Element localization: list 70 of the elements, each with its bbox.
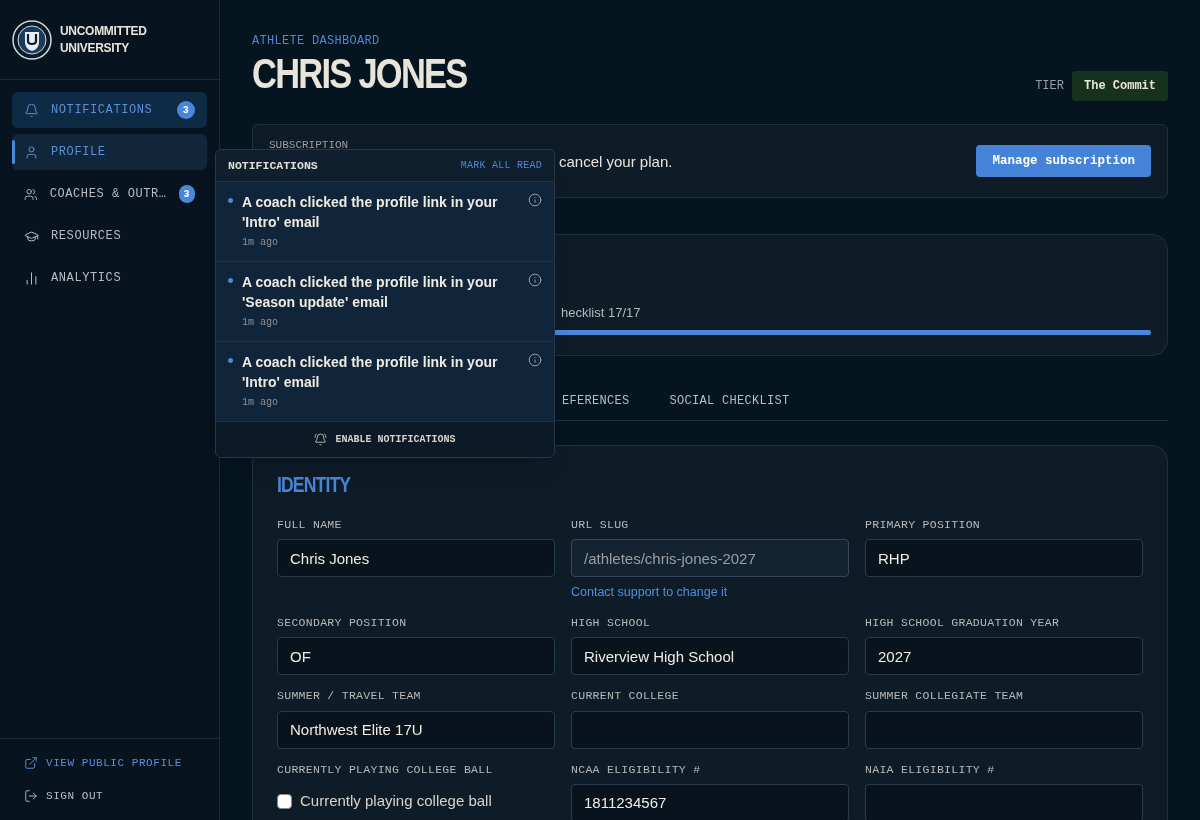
notification-text: A coach clicked the profile link in your 'Season update' email: [242, 273, 499, 312]
notification-time: 1m ago: [242, 236, 279, 250]
count-badge: 3: [177, 101, 195, 119]
manage-subscription-button[interactable]: Manage subscription: [976, 145, 1151, 177]
popover-title: NOTIFICATIONS: [228, 157, 318, 174]
notification-item[interactable]: A coach clicked the profile link in your 'Intro' email 1m ago: [216, 182, 554, 262]
tab[interactable]: EFERENCES: [562, 392, 630, 410]
input-field[interactable]: OF: [277, 637, 555, 676]
graduation-cap-icon: [24, 228, 39, 244]
input-field[interactable]: 1811234567: [571, 783, 849, 820]
bar-chart-icon: [24, 270, 39, 286]
field-label: PRIMARY POSITION: [865, 517, 982, 533]
page-eyebrow: ATHLETE DASHBOARD: [252, 33, 381, 50]
notification-item[interactable]: A coach clicked the profile link in your 'Season update' email 1m ago: [216, 262, 554, 342]
sidebar-link[interactable]: SIGN OUT: [24, 787, 195, 804]
sidebar-item[interactable]: RESOURCES: [12, 218, 207, 254]
sidebar-link[interactable]: VIEW PUBLIC PROFILE: [24, 755, 195, 772]
input-field[interactable]: 2027: [865, 637, 1143, 676]
input-field[interactable]: Northwest Elite 17U: [277, 710, 555, 749]
enable-notifications-button[interactable]: ENABLE NOTIFICATIONS: [216, 422, 554, 457]
input-field[interactable]: [865, 710, 1143, 749]
field-label: FULL NAME: [277, 517, 343, 533]
notification-text: A coach clicked the profile link in your 'Intro' email: [242, 193, 499, 232]
notification-text: A coach clicked the profile link in your 'Intro' email: [242, 353, 499, 392]
subscription-text: cancel your plan.: [559, 152, 673, 172]
field-label: CURRENTLY PLAYING COLLEGE BALL: [277, 761, 494, 778]
field-label: NCAA ELIGIBILITY #: [571, 761, 702, 778]
bell-icon: [24, 102, 39, 118]
subscription-label: SUBSCRIPTION: [269, 139, 350, 148]
brand-name: UNIVERSITY: [60, 39, 130, 57]
mark-all-read-button[interactable]: MARK ALL READ: [460, 158, 542, 173]
tab[interactable]: SOCIAL CHECKLIST: [669, 392, 790, 410]
info-icon[interactable]: [528, 193, 542, 207]
input-field[interactable]: [865, 783, 1143, 820]
count-badge: 3: [178, 185, 195, 203]
info-icon[interactable]: [528, 353, 542, 367]
people-icon: [24, 186, 38, 202]
field-label: NAIA ELIGIBILITY #: [865, 761, 996, 778]
notification-item[interactable]: A coach clicked the profile link in your 'Intro' email 1m ago: [216, 342, 554, 422]
sidebar-item[interactable]: PROFILE: [12, 134, 207, 170]
field-label: HIGH SCHOOL: [571, 615, 652, 631]
external-link-icon: [24, 756, 38, 771]
input-field[interactable]: [571, 710, 849, 749]
info-icon[interactable]: [528, 273, 542, 287]
checkbox[interactable]: [277, 793, 292, 809]
person-icon: [24, 144, 39, 160]
athlete-name: CHRIS JONES: [252, 50, 467, 98]
university-crest-icon: [12, 19, 52, 60]
sidebar-item[interactable]: NOTIFICATIONS 3: [12, 92, 207, 128]
tier-label: TIER: [1035, 78, 1064, 95]
sign-out-icon: [24, 788, 38, 803]
notification-time: 1m ago: [242, 396, 279, 410]
field-label: CURRENT COLLEGE: [571, 688, 680, 705]
bell-icon: [314, 433, 328, 446]
tier-badge: The Commit: [1072, 71, 1168, 101]
field-label: HIGH SCHOOL GRADUATION YEAR: [865, 615, 1061, 631]
brand-name: UNCOMMITTED: [60, 22, 147, 40]
field-label: URL SLUG: [571, 517, 630, 533]
notification-time: 1m ago: [242, 316, 279, 330]
section-title: IDENTITY: [277, 472, 352, 498]
input-field[interactable]: Riverview High School: [571, 637, 849, 676]
field-label: SECONDARY POSITION: [277, 615, 408, 631]
checkbox-label: Currently playing college ball: [300, 790, 492, 811]
sidebar-item[interactable]: ANALYTICS: [12, 260, 207, 296]
input-field[interactable]: Chris Jones: [277, 539, 555, 578]
sidebar-item[interactable]: COACHES & OUTR… 3: [12, 176, 207, 212]
input-field[interactable]: RHP: [865, 539, 1143, 578]
progress-text: hecklist 17/17: [561, 303, 642, 322]
field-label: SUMMER COLLEGIATE TEAM: [865, 688, 1025, 705]
field-label: SUMMER / TRAVEL TEAM: [277, 688, 422, 705]
